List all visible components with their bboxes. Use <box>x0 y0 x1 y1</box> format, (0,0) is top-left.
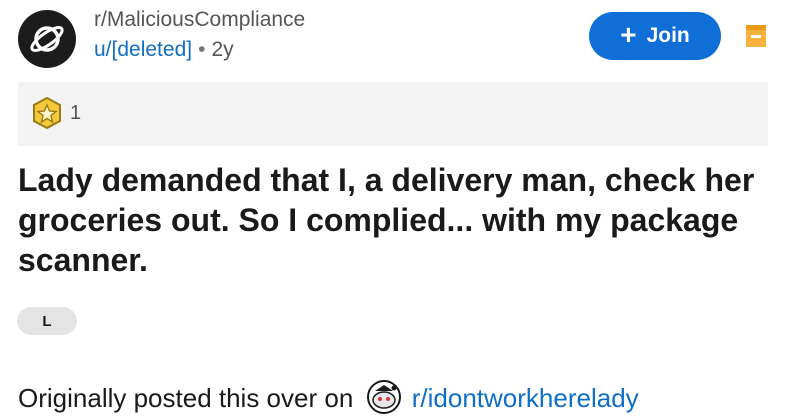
subreddit-avatar[interactable] <box>18 10 76 68</box>
award-count: 1 <box>70 102 82 124</box>
snoo-avatar-icon[interactable] <box>366 380 401 415</box>
join-label: Join <box>646 24 690 47</box>
author-link[interactable]: u/[deleted] <box>94 38 192 61</box>
join-button[interactable]: + Join <box>589 12 721 60</box>
post-meta: u/[deleted] • 2y <box>94 38 234 62</box>
planet-icon <box>30 26 64 52</box>
plus-icon: + <box>620 19 637 50</box>
body-text: Originally posted this over on <box>18 383 354 413</box>
post-title[interactable]: Lady demanded that I, a delivery man, ch… <box>18 160 778 280</box>
post-body: Originally posted this over on r/idontwo… <box>18 380 639 417</box>
meta-separator: • <box>198 38 206 61</box>
post-flair[interactable]: L <box>17 307 77 335</box>
subreddit-link[interactable]: r/idontworkherelady <box>412 383 639 413</box>
bookmark-icon[interactable] <box>745 24 767 48</box>
award-bar <box>18 82 768 146</box>
subreddit-name[interactable]: r/MaliciousCompliance <box>94 8 305 32</box>
post-age: 2y <box>211 38 234 61</box>
star-award-icon[interactable] <box>32 97 62 129</box>
